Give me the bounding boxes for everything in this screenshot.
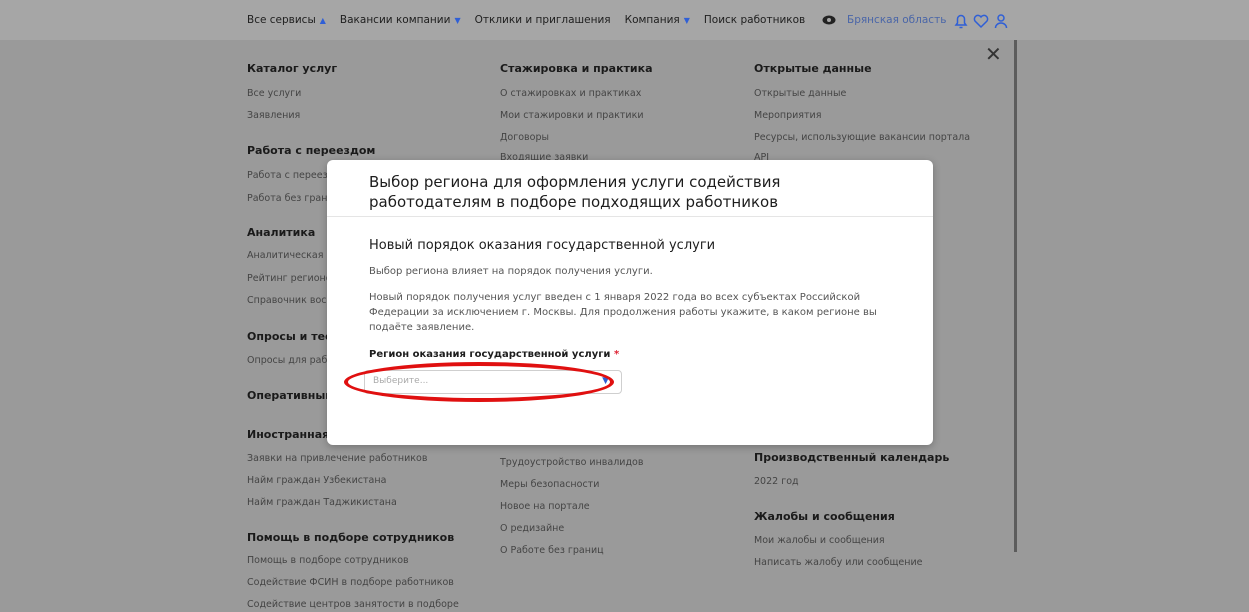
nav-company-vacancies[interactable]: Вакансии компании ▼: [340, 14, 461, 26]
nav-company-label: Компания: [624, 14, 680, 26]
region-select-modal: Выбор региона для оформления услуги соде…: [327, 160, 933, 445]
section-heading: Каталог услуг: [247, 62, 338, 75]
section-heading: Помощь в подборе сотрудников: [247, 531, 455, 544]
modal-title: Выбор региона для оформления услуги соде…: [369, 173, 781, 211]
menu-link[interactable]: Мои жалобы и сообщения: [754, 535, 885, 546]
modal-divider: [327, 216, 933, 217]
menu-link[interactable]: Работа без грани: [247, 193, 334, 204]
menu-link[interactable]: Найм граждан Узбекистана: [247, 475, 386, 486]
nav-search-workers[interactable]: Поиск работников: [704, 14, 805, 26]
menu-link[interactable]: Содействие ФСИН в подборе работников: [247, 577, 454, 588]
menu-link[interactable]: 2022 год: [754, 476, 799, 487]
menu-link[interactable]: Найм граждан Таджикистана: [247, 497, 397, 508]
chevron-up-icon: ▲: [319, 15, 326, 25]
menu-link[interactable]: Помощь в подборе сотрудников: [247, 555, 409, 566]
menu-link[interactable]: О стажировках и практиках: [500, 88, 641, 99]
section-heading: Стажировка и практика: [500, 62, 653, 75]
required-mark: *: [613, 349, 620, 360]
modal-paragraph-1: Выбор региона влияет на порядок получени…: [369, 266, 653, 277]
menu-link[interactable]: Аналитическая: [247, 250, 323, 261]
menu-link[interactable]: Мероприятия: [754, 110, 821, 121]
nav-responses[interactable]: Отклики и приглашения: [475, 14, 611, 26]
nav-menu: Все сервисы ▲ Вакансии компании ▼ Отклики …: [247, 14, 819, 26]
menu-link[interactable]: Рейтинг регионо: [247, 273, 332, 284]
user-icon[interactable]: [992, 12, 1010, 30]
menu-link[interactable]: Меры безопасности: [500, 479, 599, 490]
menu-link[interactable]: Ресурсы, использующие вакансии портала: [754, 132, 970, 143]
chevron-down-icon: ▼: [683, 15, 690, 25]
nav-responses-label: Отклики и приглашения: [474, 14, 611, 26]
menu-link[interactable]: Все услуги: [247, 88, 301, 99]
menu-link[interactable]: Заявки на привлечение работников: [247, 453, 427, 464]
menu-link[interactable]: Мои стажировки и практики: [500, 110, 644, 121]
section-heading: Опросы и тест: [247, 330, 338, 343]
nav-all-services-label: Все сервисы: [247, 14, 316, 26]
top-navigation: Все сервисы ▲ Вакансии компании ▼ Отклики …: [0, 0, 1249, 40]
section-heading: Оперативный: [247, 389, 334, 402]
nav-company-vacancies-label: Вакансии компании: [339, 14, 451, 26]
region-selector-link[interactable]: Брянская область: [847, 14, 946, 26]
close-icon[interactable]: ✕: [985, 44, 1002, 64]
menu-link[interactable]: Содействие центров занятости в подборе: [247, 599, 459, 610]
scrollbar[interactable]: [1014, 40, 1017, 552]
modal-subtitle: Новый порядок оказания государственной у…: [369, 238, 716, 253]
nav-all-services[interactable]: Все сервисы ▲: [247, 14, 326, 26]
menu-link[interactable]: Написать жалобу или сообщение: [754, 557, 922, 568]
chevron-down-icon: ▼: [454, 15, 461, 25]
section-heading: Работа с переездом: [247, 144, 376, 157]
heart-icon[interactable]: [972, 12, 990, 30]
region-field-label-text: Регион оказания государственной услуги: [369, 349, 611, 360]
nav-company[interactable]: Компания ▼: [625, 14, 690, 26]
bell-icon[interactable]: [952, 12, 970, 30]
nav-search-workers-label: Поиск работников: [703, 14, 806, 26]
highlight-ellipse: [344, 362, 614, 402]
menu-link[interactable]: Справочник вос: [247, 295, 327, 306]
menu-link[interactable]: Работа с переезд: [247, 170, 334, 181]
section-heading: Аналитика: [247, 226, 316, 239]
menu-link[interactable]: О Работе без границ: [500, 545, 604, 556]
menu-link[interactable]: Новое на портале: [500, 501, 590, 512]
menu-link[interactable]: Трудоустройство инвалидов: [500, 457, 643, 468]
section-heading: Открытые данные: [754, 62, 872, 75]
menu-link[interactable]: Заявления: [247, 110, 300, 121]
menu-link[interactable]: Договоры: [500, 132, 549, 143]
region-field-label: Регион оказания государственной услуги *: [369, 349, 619, 360]
section-heading: Жалобы и сообщения: [754, 510, 895, 523]
menu-link[interactable]: Открытые данные: [754, 88, 846, 99]
eye-icon[interactable]: [822, 15, 836, 25]
section-heading: Иностранная: [247, 428, 330, 441]
menu-link[interactable]: Опросы для раб: [247, 355, 327, 366]
menu-link[interactable]: О редизайне: [500, 523, 564, 534]
section-heading: Производственный календарь: [754, 451, 950, 464]
modal-paragraph-2: Новый порядок получения услуг введен с 1…: [369, 292, 877, 333]
